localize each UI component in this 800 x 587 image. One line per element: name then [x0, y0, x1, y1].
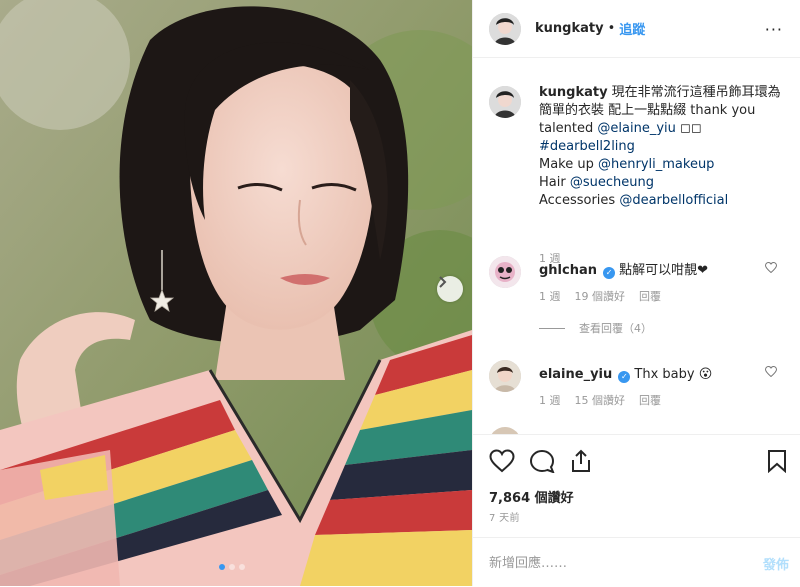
avatar-image [489, 12, 521, 45]
verified-icon: ✓ [603, 267, 616, 279]
post-age[interactable]: 7 天前 [489, 509, 520, 524]
avatar-image [489, 256, 521, 288]
heart-icon [764, 365, 778, 378]
carousel-dot [219, 564, 225, 570]
post-actions: 7,864 個讚好 7 天前 發佈 [473, 434, 800, 586]
like-comment-button[interactable] [764, 261, 778, 277]
comment-icon [529, 449, 555, 474]
photo-illustration [0, 0, 472, 586]
hashtag-link[interactable]: #dearbell2ling [539, 139, 635, 154]
likes-count[interactable]: 7,864 個讚好 [489, 487, 574, 506]
next-comment-peek [489, 427, 521, 434]
comment-text: elaine_yiu ✓ Thx baby 😮 [539, 366, 759, 384]
post-photo[interactable] [0, 0, 472, 586]
post-header: kungkaty • 追蹤 ··· [473, 0, 800, 58]
post-comment-button[interactable]: 發佈 [763, 554, 789, 573]
makeup-label: Make up [539, 157, 594, 172]
next-photo-button[interactable] [437, 276, 463, 302]
chevron-right-icon [439, 276, 447, 288]
carousel-dot [239, 564, 245, 570]
post-side-panel: kungkaty • 追蹤 ··· kungkaty 現在非常流行這種吊飾耳環為簡… [472, 0, 800, 586]
carousel-dot [229, 564, 235, 570]
comment-body: 點解可以咁靚❤ [619, 263, 709, 278]
carousel-indicator [219, 564, 245, 570]
comment-button[interactable] [529, 449, 555, 477]
reply-button[interactable]: 回覆 [639, 288, 661, 304]
header-username[interactable]: kungkaty [535, 21, 604, 36]
share-button[interactable] [569, 449, 593, 477]
header-separator: • [607, 21, 616, 36]
caption-username[interactable]: kungkaty [539, 85, 608, 100]
comment-body: Thx baby 😮 [634, 367, 713, 382]
more-icon[interactable]: ··· [765, 20, 783, 39]
save-button[interactable] [767, 449, 787, 477]
add-comment-bar: 發佈 [473, 537, 800, 587]
heart-icon [764, 261, 778, 274]
comment-time[interactable]: 1 週 [539, 392, 561, 408]
instagram-post: kungkaty • 追蹤 ··· kungkaty 現在非常流行這種吊飾耳環為簡… [0, 0, 800, 586]
avatar-image [489, 360, 521, 392]
mention-link[interactable]: @dearbellofficial [619, 193, 728, 208]
action-icons [489, 449, 593, 477]
mention-link[interactable]: @elaine_yiu [597, 121, 675, 136]
view-replies-label: 查看回覆（4） [579, 322, 652, 335]
avatar[interactable] [489, 256, 521, 288]
accessories-label: Accessories [539, 193, 616, 208]
comments-list[interactable]: kungkaty 現在非常流行這種吊飾耳環為簡單的衣裝 配上一點點綴 thank … [473, 59, 800, 434]
bookmark-icon [768, 450, 786, 474]
comment-text: ghlchan ✓ 點解可以咁靚❤ [539, 262, 759, 280]
mention-link[interactable]: @henryli_makeup [598, 157, 714, 172]
comment-username[interactable]: elaine_yiu [539, 367, 612, 382]
share-icon [572, 449, 590, 472]
follow-button[interactable]: 追蹤 [619, 19, 645, 38]
avatar [489, 427, 521, 434]
avatar-image [489, 86, 521, 118]
avatar[interactable] [489, 12, 521, 45]
view-replies-button[interactable]: 查看回覆（4） [539, 320, 652, 336]
mention-link[interactable]: @suecheung [570, 175, 654, 190]
caption-text: kungkaty 現在非常流行這種吊飾耳環為簡單的衣裝 配上一點點綴 thank … [539, 84, 789, 210]
comment-likes[interactable]: 15 個讚好 [575, 392, 626, 408]
avatar[interactable] [489, 360, 521, 392]
like-button[interactable] [489, 449, 515, 477]
comment-input[interactable] [489, 552, 729, 574]
hair-label: Hair [539, 175, 566, 190]
replies-divider [539, 327, 565, 329]
comment-likes[interactable]: 19 個讚好 [575, 288, 626, 304]
avatar[interactable] [489, 86, 521, 118]
heart-icon [489, 449, 515, 473]
verified-icon: ✓ [618, 371, 631, 383]
like-comment-button[interactable] [764, 365, 778, 381]
comment-username[interactable]: ghlchan [539, 263, 597, 278]
comment-time[interactable]: 1 週 [539, 288, 561, 304]
caption-emoji: ◻◻ [680, 121, 702, 136]
comment-meta: 1 週 19 個讚好 回覆 [539, 288, 661, 304]
comment-meta: 1 週 15 個讚好 回覆 [539, 392, 661, 408]
reply-button[interactable]: 回覆 [639, 392, 661, 408]
